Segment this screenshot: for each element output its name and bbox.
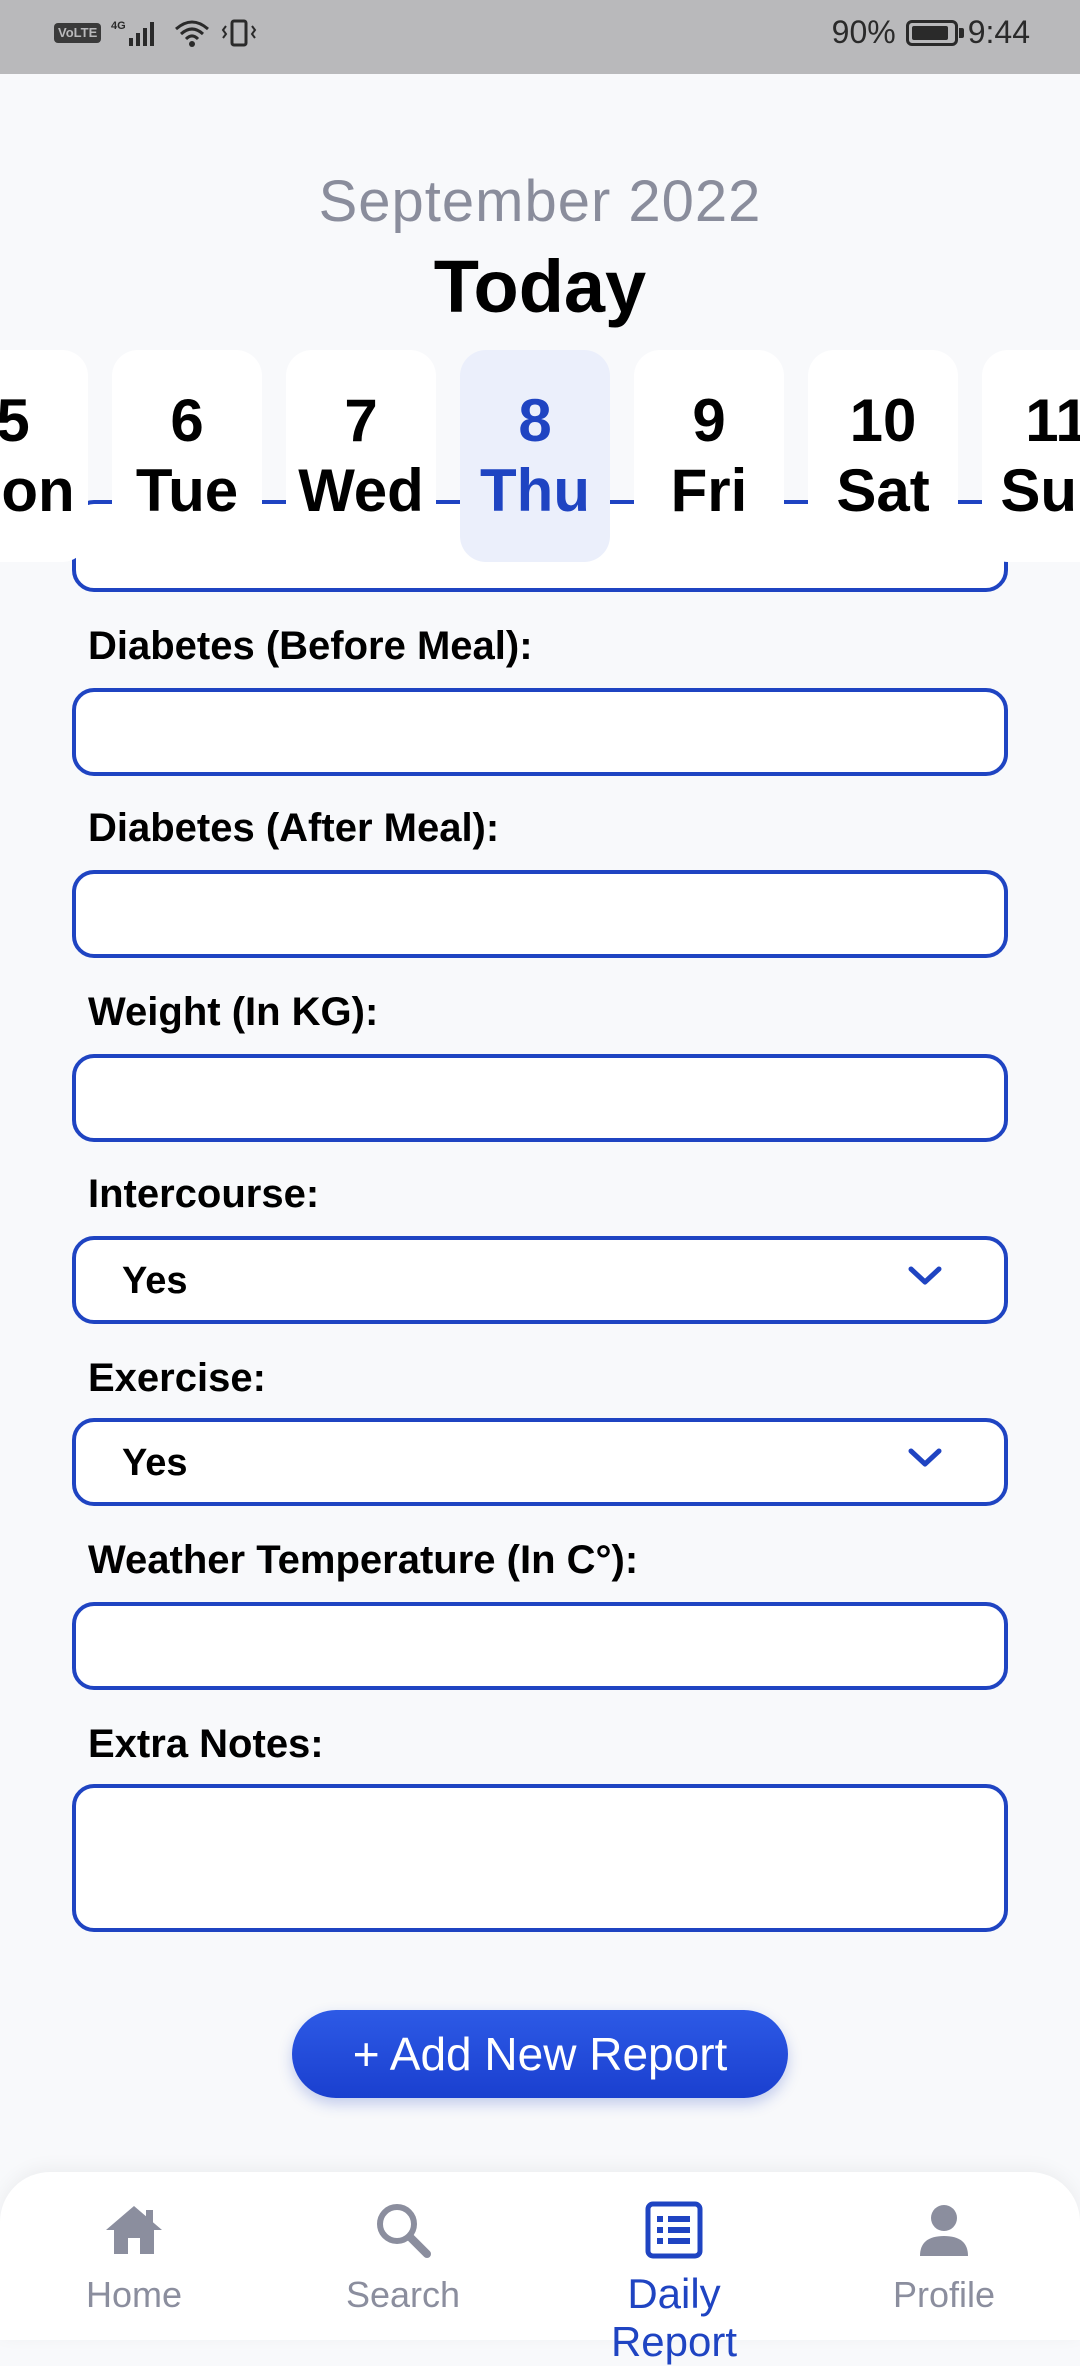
exercise-label: Exercise:	[88, 1356, 266, 1400]
nav-search[interactable]: Search	[293, 2172, 513, 2316]
nav-daily-report[interactable]: Daily Report	[564, 2172, 784, 2366]
notes-label: Extra Notes:	[88, 1722, 324, 1766]
exercise-select[interactable]: Yes	[72, 1418, 1008, 1506]
diabetes-before-input[interactable]	[72, 688, 1008, 776]
diabetes-before-label: Diabetes (Before Meal):	[88, 624, 533, 668]
temperature-input[interactable]	[72, 1602, 1008, 1690]
cell-signal-icon: 4G	[111, 20, 155, 46]
volte-icon: VoLTE	[54, 23, 102, 43]
battery-icon	[905, 19, 964, 46]
status-right: 90% 9:44	[832, 14, 1030, 51]
nav-home[interactable]: Home	[24, 2172, 244, 2316]
day-item[interactable]: 10 Sat	[808, 350, 958, 562]
nav-profile[interactable]: Profile	[834, 2172, 1054, 2316]
day-item[interactable]: 9 Fri	[634, 350, 784, 562]
weight-label: Weight (In KG):	[88, 990, 379, 1034]
svg-text:4G: 4G	[111, 20, 126, 32]
battery-percent: 90%	[831, 14, 896, 50]
chevron-down-icon	[908, 1266, 942, 1285]
day-item[interactable]: 7 Wed	[286, 350, 436, 562]
chevron-down-icon	[908, 1448, 942, 1467]
vibrate-icon	[222, 19, 257, 47]
clock: 9:44	[967, 14, 1030, 50]
bottom-nav: Home Search Daily Report Profile	[0, 2172, 1080, 2365]
status-left: VoLTE 4G	[54, 18, 257, 48]
wifi-icon	[175, 20, 210, 47]
day-item[interactable]: 5 Mon	[0, 350, 88, 562]
status-bar: VoLTE 4G 90% 9:44	[0, 0, 1080, 74]
intercourse-label: Intercourse:	[88, 1172, 320, 1216]
day-strip: 5 Mon 6 Tue 7 Wed 8 Thu 9 Fri 10 Sat 11 …	[0, 350, 1080, 562]
list-report-icon	[645, 2201, 703, 2259]
add-new-report-button[interactable]: + Add New Report	[292, 2010, 788, 2098]
search-icon	[377, 2204, 431, 2258]
notes-textarea[interactable]	[72, 1784, 1008, 1932]
day-item-selected[interactable]: 8 Thu	[460, 350, 610, 562]
temperature-label: Weather Temperature (In C°):	[88, 1538, 639, 1582]
diabetes-after-label: Diabetes (After Meal):	[88, 806, 500, 850]
intercourse-select[interactable]: Yes	[72, 1236, 1008, 1324]
page-title: Today	[433, 245, 647, 328]
day-item[interactable]: 6 Tue	[112, 350, 262, 562]
month-label: September 2022	[318, 169, 762, 234]
weight-input[interactable]	[72, 1054, 1008, 1142]
home-icon	[106, 2206, 162, 2254]
user-icon	[920, 2205, 968, 2256]
day-item[interactable]: 11 Sun	[982, 350, 1080, 562]
diabetes-after-input[interactable]	[72, 870, 1008, 958]
